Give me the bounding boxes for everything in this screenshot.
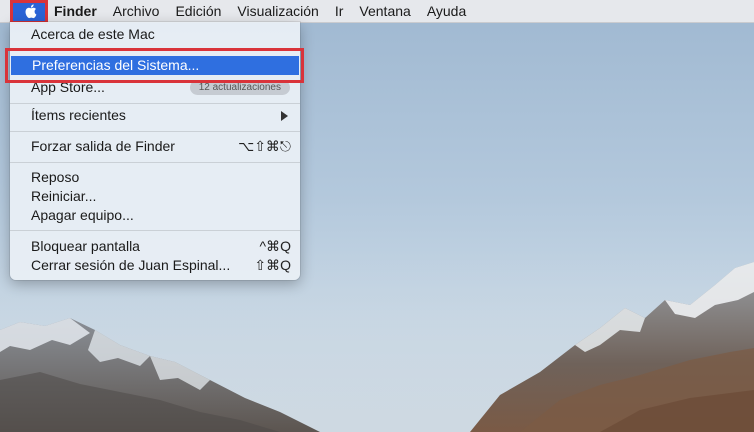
menu-separator bbox=[10, 49, 300, 50]
menu-item-log-out[interactable]: Cerrar sesión de Juan Espinal... ⇧⌘Q bbox=[10, 256, 300, 275]
menu-item-shutdown[interactable]: Apagar equipo... bbox=[10, 206, 300, 225]
menu-item-recent-items[interactable]: Ítems recientes bbox=[10, 106, 300, 125]
menu-item-label: Bloquear pantalla bbox=[31, 238, 140, 254]
menu-ventana[interactable]: Ventana bbox=[351, 0, 418, 22]
menu-item-label: Reiniciar... bbox=[31, 188, 97, 204]
shortcut-label: ⌥⇧⌘⎋ bbox=[238, 138, 291, 154]
menu-item-label: Forzar salida de Finder bbox=[31, 138, 175, 154]
menu-ayuda[interactable]: Ayuda bbox=[419, 0, 474, 22]
menu-item-label: Cerrar sesión de Juan Espinal... bbox=[31, 257, 231, 273]
menu-separator bbox=[10, 230, 300, 231]
menu-separator bbox=[10, 162, 300, 163]
menu-item-label: Apagar equipo... bbox=[31, 207, 134, 223]
menu-separator bbox=[10, 131, 300, 132]
apple-menu-button[interactable] bbox=[13, 0, 47, 22]
menu-bar: Finder Archivo Edición Visualización Ir … bbox=[0, 0, 754, 23]
apple-menu-dropdown: Acerca de este Mac App Store... 12 actua… bbox=[10, 22, 300, 280]
apple-logo-icon bbox=[25, 4, 37, 19]
menu-archivo[interactable]: Archivo bbox=[105, 0, 168, 22]
shortcut-label: ⇧⌘Q bbox=[254, 257, 291, 273]
menu-item-label: App Store... bbox=[31, 79, 105, 95]
updates-badge: 12 actualizaciones bbox=[189, 80, 290, 95]
submenu-arrow-icon bbox=[281, 111, 288, 121]
menu-item-label: Reposo bbox=[31, 169, 80, 185]
shortcut-label: ^⌘Q bbox=[259, 238, 291, 254]
menu-item-label: Ítems recientes bbox=[31, 107, 126, 123]
menu-item-force-quit[interactable]: Forzar salida de Finder ⌥⇧⌘⎋ bbox=[10, 137, 300, 156]
menu-edicion[interactable]: Edición bbox=[167, 0, 229, 22]
menu-item-label: Preferencias del Sistema... bbox=[32, 57, 200, 73]
menu-item-about-mac[interactable]: Acerca de este Mac bbox=[10, 25, 300, 44]
menu-item-restart[interactable]: Reiniciar... bbox=[10, 187, 300, 206]
menu-item-lock-screen[interactable]: Bloquear pantalla ^⌘Q bbox=[10, 237, 300, 256]
menu-item-label: Acerca de este Mac bbox=[31, 26, 155, 42]
menu-item-sleep[interactable]: Reposo bbox=[10, 168, 300, 187]
menu-item-app-store[interactable]: App Store... 12 actualizaciones bbox=[10, 78, 300, 97]
menu-separator bbox=[10, 103, 300, 104]
menu-visualizacion[interactable]: Visualización bbox=[229, 0, 326, 22]
menu-ir[interactable]: Ir bbox=[327, 0, 352, 22]
menu-finder[interactable]: Finder bbox=[47, 0, 105, 22]
menu-item-system-preferences[interactable]: Preferencias del Sistema... bbox=[11, 56, 299, 75]
